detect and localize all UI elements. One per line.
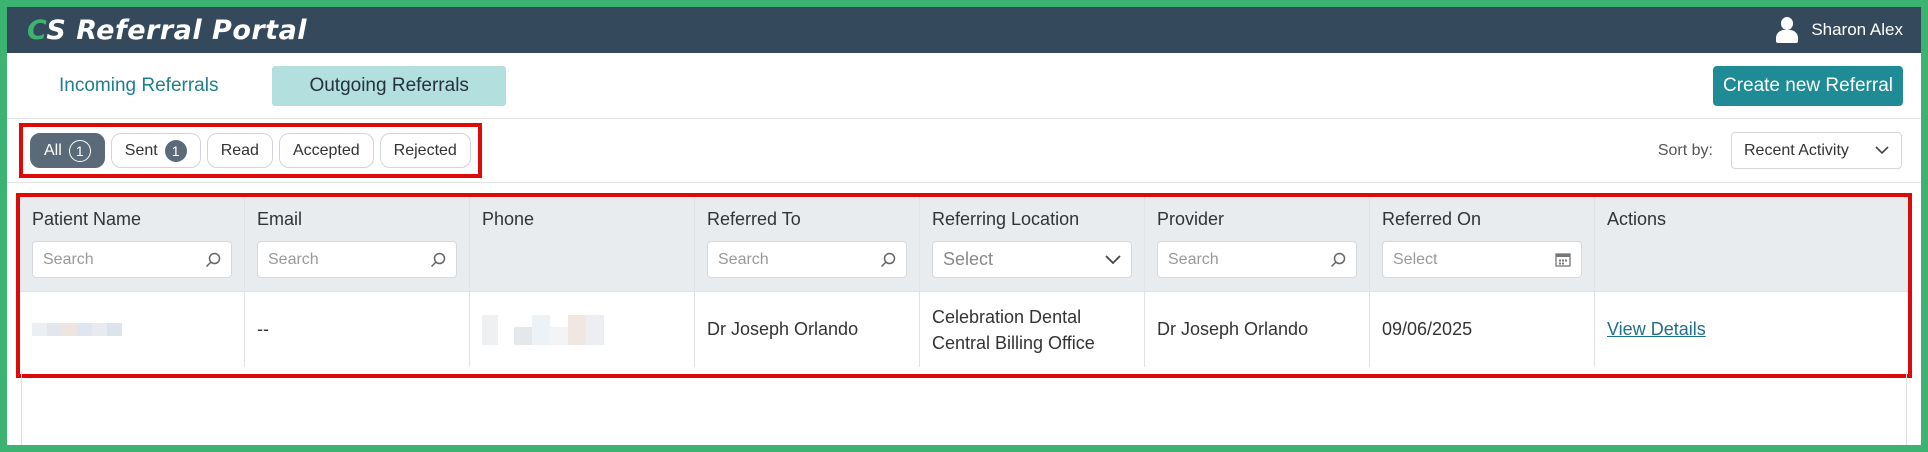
- column-phone: Phone: [470, 197, 695, 291]
- column-provider: Provider Search: [1145, 197, 1370, 291]
- referred-to-search-input[interactable]: Search: [707, 241, 907, 278]
- chevron-down-icon: [1875, 146, 1889, 155]
- location-line: Celebration Dental: [932, 306, 1082, 327]
- referring-location-select[interactable]: Select: [932, 241, 1132, 278]
- column-email: Email Search: [245, 197, 470, 291]
- view-details-link[interactable]: View Details: [1607, 319, 1706, 340]
- redacted-phone: [482, 314, 604, 345]
- column-header: Provider: [1157, 209, 1225, 229]
- app-frame: CS Referral Portal Sharon Alex Incoming …: [7, 7, 1921, 445]
- tab-outgoing-referrals[interactable]: Outgoing Referrals: [272, 65, 506, 106]
- brand-logo[interactable]: CS Referral Portal: [27, 15, 307, 46]
- placeholder: Search: [43, 250, 94, 268]
- sort-value: Recent Activity: [1744, 141, 1849, 159]
- filter-chip-all[interactable]: All 1: [30, 133, 105, 168]
- filter-row: All 1 Sent 1 Read Accepted Rejected Sort…: [7, 119, 1921, 183]
- tab-incoming-referrals[interactable]: Incoming Referrals: [45, 66, 232, 106]
- placeholder: Select: [943, 249, 994, 269]
- brand-title: S Referral Portal: [46, 14, 308, 46]
- patient-name-search-input[interactable]: Search: [32, 241, 232, 278]
- column-header: Referring Location: [932, 209, 1080, 229]
- column-header: Referred To: [707, 209, 801, 229]
- column-referring-location: Referring Location Select: [920, 197, 1145, 291]
- sort-label: Sort by:: [1657, 141, 1713, 159]
- column-referred-on: Referred On Select: [1370, 197, 1595, 291]
- filter-chip-accepted[interactable]: Accepted: [278, 133, 374, 168]
- filter-chip-sent[interactable]: Sent 1: [110, 133, 201, 168]
- cell-referred-on: 09/06/2025: [1370, 292, 1595, 367]
- search-icon: [880, 252, 896, 267]
- cell-phone: [470, 292, 695, 367]
- referral-tabs: Incoming Referrals Outgoing Referrals: [45, 65, 506, 106]
- tabs-row: Incoming Referrals Outgoing Referrals Cr…: [7, 53, 1921, 119]
- table-header: Patient Name Search Email Search Phone R…: [20, 197, 1908, 291]
- search-icon: [430, 252, 446, 267]
- filter-chip-rejected[interactable]: Rejected: [379, 133, 471, 168]
- column-actions: Actions: [1595, 197, 1908, 291]
- create-referral-button[interactable]: Create new Referral: [1712, 65, 1903, 106]
- brand-letter: C: [27, 14, 47, 46]
- count-badge: 1: [164, 139, 187, 162]
- column-header: Referred On: [1382, 209, 1482, 229]
- filter-chip-read[interactable]: Read: [206, 133, 273, 168]
- email-search-input[interactable]: Search: [257, 241, 457, 278]
- placeholder: Select: [1393, 250, 1438, 268]
- location-line: Central Billing Office: [932, 332, 1095, 353]
- table-row: -- Dr Joseph Orlando Celebration Dental …: [20, 291, 1908, 367]
- cell-referred-to: Dr Joseph Orlando: [695, 292, 920, 367]
- chevron-down-icon: [1105, 254, 1121, 264]
- cell-provider: Dr Joseph Orlando: [1145, 292, 1370, 367]
- referred-on-date-input[interactable]: Select: [1382, 241, 1582, 278]
- redacted-patient-name: [32, 323, 122, 336]
- cell-patient-name: [20, 292, 245, 367]
- placeholder: Search: [1168, 250, 1219, 268]
- filter-chip-label: Accepted: [292, 141, 360, 159]
- calendar-icon: [1555, 253, 1571, 267]
- sort-control: Sort by: Recent Activity: [1658, 132, 1902, 169]
- column-header: Phone: [482, 209, 535, 229]
- placeholder: Search: [268, 250, 319, 268]
- column-header: Patient Name: [32, 209, 142, 229]
- filter-chip-label: Read: [220, 141, 259, 159]
- filter-chip-label: Sent: [124, 141, 158, 159]
- cell-referring-location: Celebration Dental Central Billing Offic…: [920, 292, 1145, 367]
- filter-chip-label: All: [44, 141, 62, 159]
- sort-select[interactable]: Recent Activity: [1731, 132, 1902, 169]
- column-patient-name: Patient Name Search: [20, 197, 245, 291]
- column-referred-to: Referred To Search: [695, 197, 920, 291]
- top-bar: CS Referral Portal Sharon Alex: [7, 7, 1921, 53]
- cell-actions: View Details: [1595, 292, 1908, 367]
- user-name: Sharon Alex: [1811, 20, 1903, 39]
- search-icon: [1330, 252, 1346, 267]
- empty-table-area: [21, 371, 1907, 445]
- column-header: Actions: [1607, 209, 1667, 229]
- status-filter-group: All 1 Sent 1 Read Accepted Rejected: [19, 123, 482, 178]
- search-icon: [205, 252, 221, 267]
- placeholder: Search: [718, 250, 769, 268]
- cell-email: --: [245, 292, 470, 367]
- referrals-table: Patient Name Search Email Search Phone R…: [16, 193, 1912, 378]
- user-menu[interactable]: Sharon Alex: [1775, 17, 1903, 43]
- filter-chip-label: Rejected: [393, 141, 457, 159]
- provider-search-input[interactable]: Search: [1157, 241, 1357, 278]
- count-badge: 1: [68, 139, 91, 162]
- user-icon: [1775, 17, 1799, 43]
- column-header: Email: [257, 209, 303, 229]
